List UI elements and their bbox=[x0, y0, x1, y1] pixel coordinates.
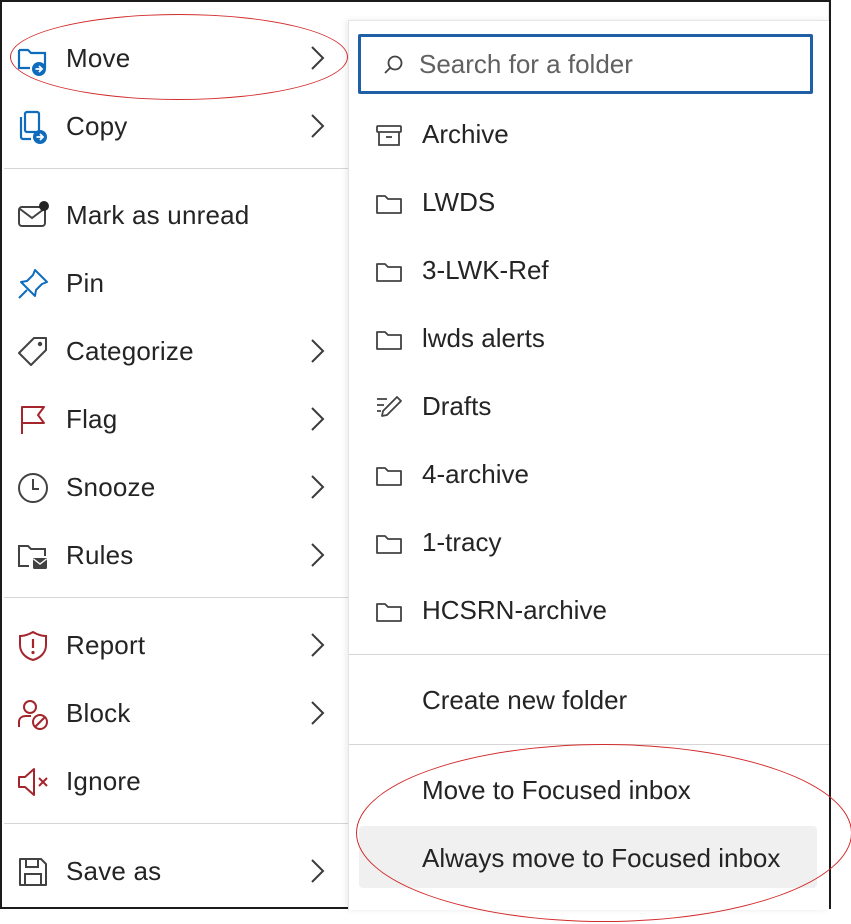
folder-search-box[interactable] bbox=[358, 34, 813, 94]
folder-mail-icon bbox=[16, 539, 50, 573]
menu-item-label: Mark as unread bbox=[66, 199, 250, 230]
menu-item-block[interactable]: Block bbox=[2, 683, 348, 743]
speaker-mute-icon bbox=[16, 765, 50, 799]
chevron-right-icon bbox=[306, 541, 328, 569]
menu-item-report[interactable]: Report bbox=[2, 615, 348, 675]
menu-item-save-as[interactable]: Save as bbox=[2, 841, 348, 901]
tag-icon bbox=[16, 335, 50, 369]
menu-item-label: Ignore bbox=[66, 765, 141, 796]
menu-divider bbox=[4, 597, 348, 598]
menu-item-copy[interactable]: Copy bbox=[2, 96, 348, 156]
folder-item-label: lwds alerts bbox=[422, 323, 545, 353]
folder-item-drafts[interactable]: Drafts bbox=[349, 377, 829, 437]
chevron-right-icon bbox=[306, 44, 328, 72]
folder-item-1-tracy[interactable]: 1-tracy bbox=[349, 513, 829, 573]
folder-item-4-archive[interactable]: 4-archive bbox=[349, 445, 829, 505]
flag-icon bbox=[16, 403, 50, 437]
archive-icon bbox=[375, 123, 403, 149]
folder-item-label: HCSRN-archive bbox=[422, 595, 607, 625]
chevron-right-icon bbox=[306, 857, 328, 885]
folder-item-label: Archive bbox=[422, 119, 509, 149]
menu-item-snooze[interactable]: Snooze bbox=[2, 457, 348, 517]
clock-icon bbox=[16, 471, 50, 505]
move-to-focused-inbox-label: Move to Focused inbox bbox=[422, 775, 691, 805]
always-move-to-focused-inbox-label: Always move to Focused inbox bbox=[422, 843, 781, 873]
chevron-right-icon bbox=[306, 699, 328, 727]
folder-item-label: Drafts bbox=[422, 391, 492, 421]
submenu-divider bbox=[349, 654, 829, 655]
menu-item-label: Snooze bbox=[66, 471, 156, 502]
menu-item-label: Copy bbox=[66, 110, 128, 141]
chevron-right-icon bbox=[306, 112, 328, 140]
chevron-right-icon bbox=[306, 631, 328, 659]
folder-item-3-lwk-ref[interactable]: 3-LWK-Ref bbox=[349, 241, 829, 301]
folder-item-label: 1-tracy bbox=[422, 527, 502, 557]
menu-item-label: Move bbox=[66, 42, 131, 73]
folder-search-input[interactable] bbox=[419, 47, 799, 81]
move-folder-submenu: Archive LWDS 3-LWK-Ref lwds alerts Draft… bbox=[348, 20, 829, 910]
menu-item-label: Block bbox=[66, 697, 131, 728]
person-prohibited-icon bbox=[16, 697, 50, 731]
folder-item-label: LWDS bbox=[422, 187, 496, 217]
folder-icon bbox=[375, 531, 403, 557]
drafts-icon bbox=[375, 395, 403, 421]
folder-icon bbox=[375, 463, 403, 489]
folder-item-hcsrn-archive[interactable]: HCSRN-archive bbox=[349, 581, 829, 641]
menu-item-categorize[interactable]: Categorize bbox=[2, 321, 348, 381]
menu-divider bbox=[4, 823, 348, 824]
menu-item-label: Report bbox=[66, 629, 146, 660]
folder-item-label: 3-LWK-Ref bbox=[422, 255, 549, 285]
submenu-divider bbox=[349, 744, 829, 745]
pin-icon bbox=[16, 267, 50, 301]
folder-item-lwds[interactable]: LWDS bbox=[349, 173, 829, 233]
menu-item-pin[interactable]: Pin bbox=[2, 253, 348, 313]
mail-unread-icon bbox=[16, 199, 50, 233]
menu-item-rules[interactable]: Rules bbox=[2, 525, 348, 585]
menu-item-mark-as-unread[interactable]: Mark as unread bbox=[2, 185, 348, 245]
menu-item-label: Rules bbox=[66, 539, 134, 570]
menu-item-label: Categorize bbox=[66, 335, 194, 366]
always-move-to-focused-inbox-item[interactable]: Always move to Focused inbox bbox=[349, 829, 829, 889]
folder-move-icon bbox=[16, 42, 50, 76]
folder-icon bbox=[375, 191, 403, 217]
folder-item-archive[interactable]: Archive bbox=[349, 105, 829, 165]
folder-icon bbox=[375, 259, 403, 285]
menu-item-label: Pin bbox=[66, 267, 105, 298]
shield-alert-icon bbox=[16, 629, 50, 663]
copy-to-icon bbox=[16, 110, 50, 144]
chevron-right-icon bbox=[306, 473, 328, 501]
menu-item-label: Save as bbox=[66, 855, 162, 886]
create-new-folder-item[interactable]: Create new folder bbox=[349, 671, 829, 731]
chevron-right-icon bbox=[306, 337, 328, 365]
folder-icon bbox=[375, 599, 403, 625]
move-to-focused-inbox-item[interactable]: Move to Focused inbox bbox=[349, 761, 829, 821]
menu-item-move[interactable]: Move bbox=[2, 28, 348, 88]
menu-item-ignore[interactable]: Ignore bbox=[2, 751, 348, 811]
save-icon bbox=[16, 855, 50, 889]
menu-item-label: Flag bbox=[66, 403, 118, 434]
menu-divider bbox=[4, 168, 348, 169]
chevron-right-icon bbox=[306, 405, 328, 433]
context-menu: Move Copy Mark as unread Pin Categorize … bbox=[2, 2, 348, 907]
folder-icon bbox=[375, 327, 403, 353]
search-icon bbox=[383, 54, 405, 76]
folder-item-label: 4-archive bbox=[422, 459, 529, 489]
menu-item-flag[interactable]: Flag bbox=[2, 389, 348, 449]
create-new-folder-label: Create new folder bbox=[422, 685, 628, 715]
folder-item-lwds-alerts[interactable]: lwds alerts bbox=[349, 309, 829, 369]
